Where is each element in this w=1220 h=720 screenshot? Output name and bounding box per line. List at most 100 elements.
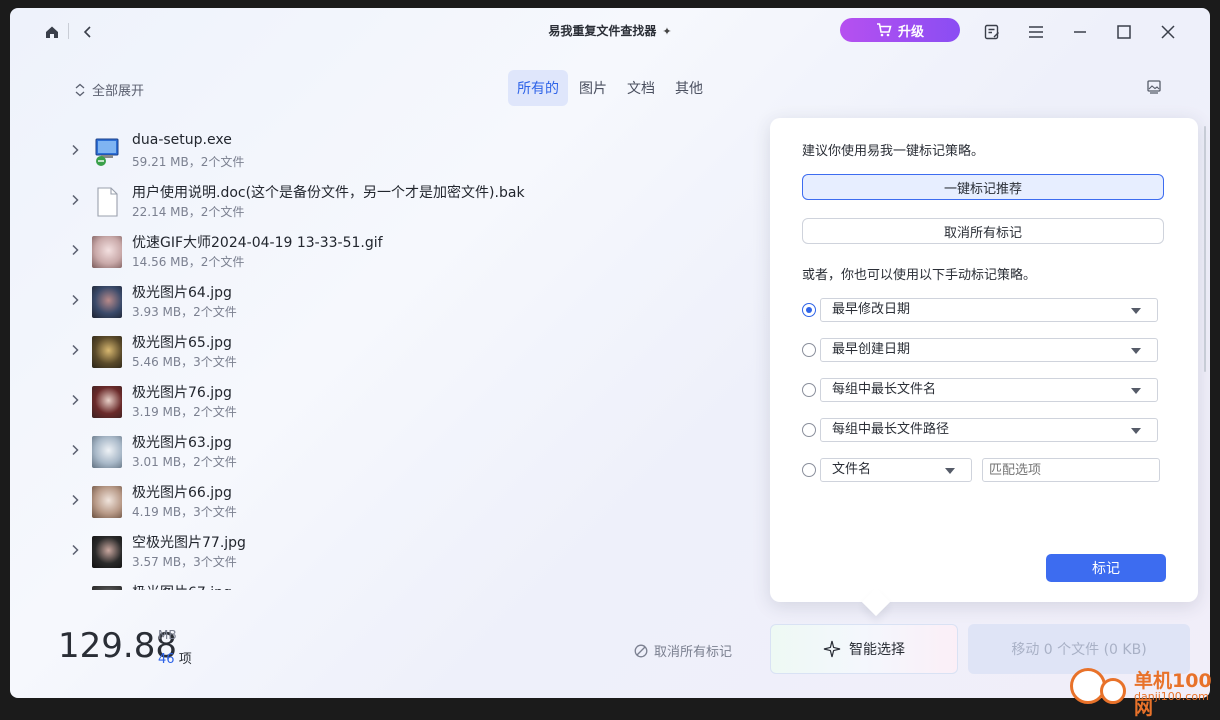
recommend-text: 建议你使用易我一键标记策略。 (802, 144, 985, 159)
expand-all-label: 全部展开 (92, 84, 145, 99)
radio-earliest-modified[interactable] (802, 303, 816, 317)
smart-select-popup: 建议你使用易我一键标记策略。 一键标记推荐 取消所有标记 或者，你也可以使用以下… (770, 118, 1198, 617)
file-group-row[interactable]: dua-setup.exe 59.21 MB，2个文件 (10, 128, 770, 178)
file-name: 用户使用说明.doc(这个是备份文件，另一个才是加密文件).bak (132, 185, 525, 201)
duplicate-file-list: dua-setup.exe 59.21 MB，2个文件用户使用说明.doc(这个是… (10, 128, 770, 590)
app-title-text: 易我重复文件查找器 (548, 24, 657, 38)
filename-select-label: 文件名 (832, 462, 872, 477)
image-thumbnail (92, 236, 122, 268)
chevron-down-icon (945, 468, 955, 474)
chevron-right-icon[interactable] (68, 392, 82, 406)
image-preview-icon[interactable] (1146, 79, 1162, 95)
menu-icon[interactable] (1024, 20, 1048, 44)
tab-other[interactable]: 其他 (666, 70, 712, 106)
unmark-all-label: 取消所有标记 (654, 645, 733, 660)
tab-documents[interactable]: 文档 (618, 70, 664, 106)
tab-images[interactable]: 图片 (570, 70, 616, 106)
document-file-icon (92, 186, 122, 218)
chevron-down-icon (1131, 348, 1141, 354)
chevron-down-icon (1131, 428, 1141, 434)
tab-all[interactable]: 所有的 (508, 70, 568, 106)
file-name: 空极光图片77.jpg (132, 535, 246, 551)
file-name: 极光图片65.jpg (132, 335, 232, 351)
file-meta: 5.46 MB，3个文件 (132, 355, 237, 369)
file-name: 极光图片67.jpg (132, 582, 232, 590)
file-name: dua-setup.exe (132, 132, 232, 148)
chevron-right-icon[interactable] (68, 142, 82, 156)
radio-earliest-created[interactable] (802, 343, 816, 357)
watermark-logo-icon (1100, 678, 1126, 704)
strategy-select-longest-path[interactable]: 每组中最长文件路径 (820, 418, 1158, 442)
chevron-right-icon[interactable] (68, 292, 82, 306)
chevron-right-icon[interactable] (68, 442, 82, 456)
upgrade-button[interactable]: 升级 (840, 18, 960, 42)
unmark-all-button[interactable]: 取消所有标记 (634, 641, 732, 660)
strategy-label: 每组中最长文件路径 (832, 422, 950, 437)
total-count: 46 项 (158, 648, 192, 667)
file-group-row[interactable]: 优速GIF大师2024-04-19 13-33-51.gif 14.56 MB，2… (10, 228, 770, 278)
expand-all-button[interactable]: 全部展开 (74, 80, 144, 99)
file-meta: 59.21 MB，2个文件 (132, 155, 245, 169)
mark-button[interactable]: 标记 (1046, 554, 1166, 582)
close-icon[interactable] (1156, 20, 1180, 44)
file-meta: 3.57 MB，3个文件 (132, 555, 237, 569)
smart-select-button[interactable]: 智能选择 (770, 624, 958, 674)
total-count-number: 46 (158, 652, 175, 667)
feedback-icon[interactable] (980, 20, 1004, 44)
strategy-select-longest-filename[interactable]: 每组中最长文件名 (820, 378, 1158, 402)
file-group-row[interactable]: 极光图片76.jpg 3.19 MB，2个文件 (10, 378, 770, 428)
total-size-unit: MB (158, 628, 177, 642)
app-window: 易我重复文件查找器 ✦ 升级 全部展开 所有的 图片 文档 其他 dua-set… (10, 8, 1210, 698)
image-thumbnail (92, 286, 122, 318)
strategy-label: 最早修改日期 (832, 302, 911, 317)
minimize-icon[interactable] (1068, 20, 1092, 44)
file-meta: 3.01 MB，2个文件 (132, 455, 237, 469)
file-name: 极光图片66.jpg (132, 485, 232, 501)
bottom-bar: 129.88 MB 46 项 取消所有标记 智能选择 移动 0 个文件 (0 K… (10, 608, 1210, 698)
strategy-select-earliest-created[interactable]: 最早创建日期 (820, 338, 1158, 362)
strategy-label: 最早创建日期 (832, 342, 911, 357)
file-group-row[interactable]: 用户使用说明.doc(这个是备份文件，另一个才是加密文件).bak 22.14 M… (10, 178, 770, 228)
chevron-down-icon (1131, 388, 1141, 394)
file-name: 极光图片63.jpg (132, 435, 232, 451)
file-group-row[interactable]: 极光图片63.jpg 3.01 MB，2个文件 (10, 428, 770, 478)
strategy-select-earliest-modified[interactable]: 最早修改日期 (820, 298, 1158, 322)
manual-strategy-text: 或者，你也可以使用以下手动标记策略。 (802, 268, 1037, 283)
radio-filename-match[interactable] (802, 463, 816, 477)
title-bar: 易我重复文件查找器 ✦ 升级 (10, 8, 1210, 54)
image-thumbnail (92, 386, 122, 418)
sparkle-icon: ✦ (662, 25, 672, 38)
file-group-row[interactable]: 极光图片64.jpg 3.93 MB，2个文件 (10, 278, 770, 328)
filename-field-select[interactable]: 文件名 (820, 458, 972, 482)
radio-longest-path[interactable] (802, 423, 816, 437)
expand-icon (75, 83, 85, 96)
file-meta: 3.93 MB，2个文件 (132, 305, 237, 319)
chevron-down-icon (1131, 308, 1141, 314)
image-thumbnail (92, 436, 122, 468)
match-option-input[interactable] (982, 458, 1160, 482)
chevron-right-icon[interactable] (68, 342, 82, 356)
file-group-row[interactable]: 极光图片67.jpg (10, 578, 770, 590)
file-name: 极光图片64.jpg (132, 285, 232, 301)
radio-longest-filename[interactable] (802, 383, 816, 397)
file-meta: 3.19 MB，2个文件 (132, 405, 237, 419)
cart-icon (876, 23, 892, 37)
total-count-unit: 项 (178, 652, 192, 667)
one-click-mark-button[interactable]: 一键标记推荐 (802, 174, 1164, 200)
file-group-row[interactable]: 极光图片65.jpg 5.46 MB，3个文件 (10, 328, 770, 378)
chevron-right-icon[interactable] (68, 192, 82, 206)
file-meta: 4.19 MB，3个文件 (132, 505, 237, 519)
maximize-icon[interactable] (1112, 20, 1136, 44)
upgrade-label: 升级 (897, 24, 924, 40)
file-group-row[interactable]: 空极光图片77.jpg 3.57 MB，3个文件 (10, 528, 770, 578)
smart-select-label: 智能选择 (849, 642, 905, 658)
image-thumbnail (92, 536, 122, 568)
filter-toolbar: 全部展开 所有的 图片 文档 其他 (10, 70, 1210, 106)
file-group-row[interactable]: 极光图片66.jpg 4.19 MB，3个文件 (10, 478, 770, 528)
chevron-right-icon[interactable] (68, 242, 82, 256)
chevron-right-icon[interactable] (68, 542, 82, 556)
file-meta: 22.14 MB，2个文件 (132, 205, 245, 219)
cancel-all-marks-button[interactable]: 取消所有标记 (802, 218, 1164, 244)
chevron-right-icon[interactable] (68, 492, 82, 506)
scrollbar[interactable] (1204, 126, 1206, 372)
